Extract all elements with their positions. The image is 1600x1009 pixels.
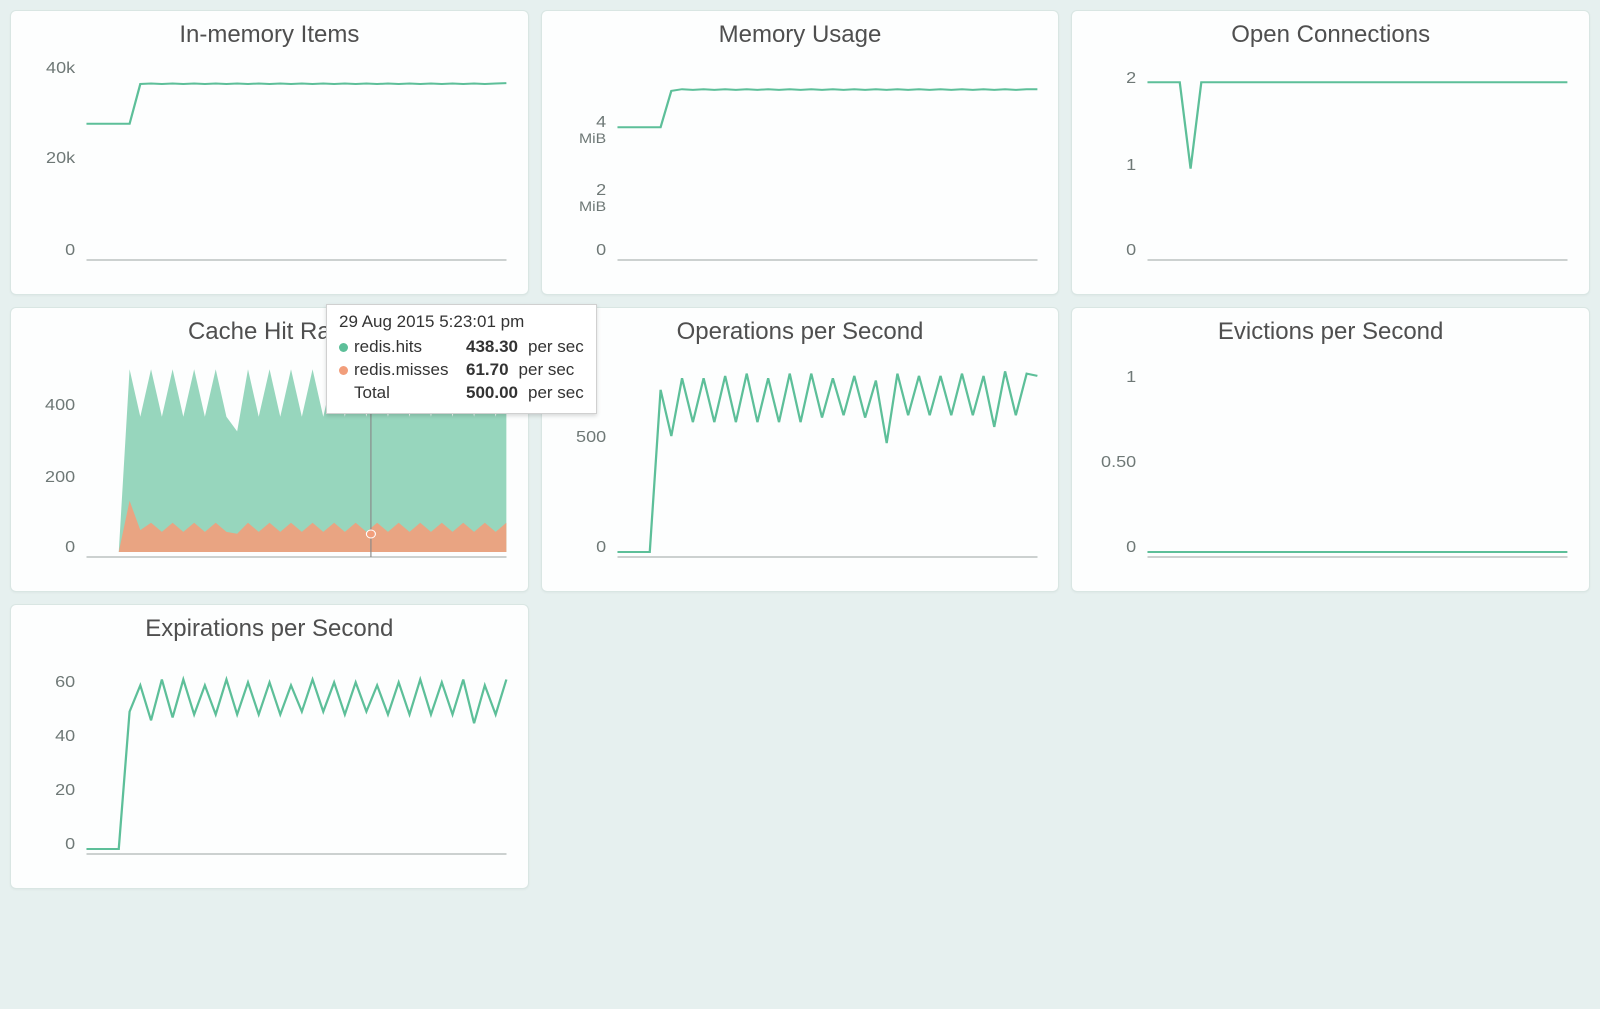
chart-tooltip: 29 Aug 2015 5:23:01 pm redis.hits 438.30… bbox=[326, 304, 597, 414]
chart-in-memory-items[interactable]: 40k 20k 0 bbox=[21, 55, 518, 285]
legend-dot-icon bbox=[339, 366, 348, 375]
dashboard-grid: In-memory Items 40k 20k 0 Memory Usage 4… bbox=[0, 0, 1600, 899]
ytick-unit: MiB bbox=[579, 199, 606, 215]
panel-memory-usage[interactable]: Memory Usage 4 MiB 2 MiB 0 bbox=[541, 10, 1060, 295]
ytick: 4 bbox=[596, 113, 606, 131]
chart-operations-per-second[interactable]: 500 0 bbox=[552, 352, 1049, 582]
panel-operations-per-second[interactable]: Operations per Second 500 0 bbox=[541, 307, 1060, 592]
tooltip-row: redis.hits 438.30 per sec bbox=[339, 336, 584, 359]
ytick: 0 bbox=[596, 538, 606, 556]
ytick: 400 bbox=[45, 396, 75, 414]
tooltip-series-unit: per sec bbox=[528, 336, 584, 359]
ytick: 60 bbox=[55, 673, 75, 691]
tooltip-row: redis.misses 61.70 per sec bbox=[339, 359, 584, 382]
panel-expirations-per-second[interactable]: Expirations per Second 60 40 20 0 bbox=[10, 604, 529, 889]
ytick: 40 bbox=[55, 727, 75, 745]
panel-cache-hit-rate[interactable]: Cache Hit Rate 400 200 0 29 Aug 2015 5:2… bbox=[10, 307, 529, 592]
panel-evictions-per-second[interactable]: Evictions per Second 1 0.50 0 bbox=[1071, 307, 1590, 592]
tooltip-series-unit: per sec bbox=[519, 359, 575, 382]
ytick: 0 bbox=[65, 538, 75, 556]
ytick: 20 bbox=[55, 781, 75, 799]
ytick: 0 bbox=[65, 835, 75, 853]
ytick: 200 bbox=[45, 468, 75, 486]
panel-title: Memory Usage bbox=[552, 21, 1049, 49]
tooltip-total-row: Total 500.00 per sec bbox=[339, 382, 584, 405]
legend-dot-icon bbox=[339, 343, 348, 352]
chart-memory-usage[interactable]: 4 MiB 2 MiB 0 bbox=[552, 55, 1049, 285]
tooltip-series-value: 61.70 bbox=[466, 359, 509, 382]
ytick: 0 bbox=[596, 241, 606, 259]
tooltip-series-label: redis.hits bbox=[354, 336, 454, 359]
tooltip-timestamp: 29 Aug 2015 5:23:01 pm bbox=[339, 311, 584, 334]
panel-title: Expirations per Second bbox=[21, 615, 518, 643]
ytick: 20k bbox=[46, 149, 76, 167]
ytick: 1 bbox=[1126, 368, 1136, 386]
ytick: 2 bbox=[596, 181, 606, 199]
panel-title: In-memory Items bbox=[21, 21, 518, 49]
ytick: 0 bbox=[1126, 241, 1136, 259]
series-line bbox=[617, 371, 1037, 552]
panel-in-memory-items[interactable]: In-memory Items 40k 20k 0 bbox=[10, 10, 529, 295]
ytick: 1 bbox=[1126, 156, 1136, 174]
tooltip-series-value: 438.30 bbox=[466, 336, 518, 359]
chart-expirations-per-second[interactable]: 60 40 20 0 bbox=[21, 649, 518, 879]
panel-open-connections[interactable]: Open Connections 2 1 0 bbox=[1071, 10, 1590, 295]
tooltip-total-unit: per sec bbox=[528, 382, 584, 405]
tooltip-total-value: 500.00 bbox=[466, 382, 518, 405]
ytick: 500 bbox=[576, 428, 606, 446]
ytick: 0.50 bbox=[1101, 453, 1136, 471]
panel-title: Operations per Second bbox=[552, 318, 1049, 346]
chart-open-connections[interactable]: 2 1 0 bbox=[1082, 55, 1579, 285]
panel-title: Open Connections bbox=[1082, 21, 1579, 49]
chart-evictions-per-second[interactable]: 1 0.50 0 bbox=[1082, 352, 1579, 582]
tooltip-series-label: redis.misses bbox=[354, 359, 454, 382]
ytick-unit: MiB bbox=[579, 131, 606, 147]
panel-title: Evictions per Second bbox=[1082, 318, 1579, 346]
hover-marker-misses bbox=[366, 530, 375, 538]
series-line bbox=[86, 680, 506, 850]
ytick: 40k bbox=[46, 59, 76, 77]
tooltip-total-label: Total bbox=[354, 382, 454, 405]
ytick: 2 bbox=[1126, 69, 1136, 87]
ytick: 0 bbox=[65, 241, 75, 259]
series-line bbox=[617, 89, 1037, 127]
ytick: 0 bbox=[1126, 538, 1136, 556]
series-line bbox=[1148, 82, 1568, 168]
series-line bbox=[86, 83, 506, 124]
